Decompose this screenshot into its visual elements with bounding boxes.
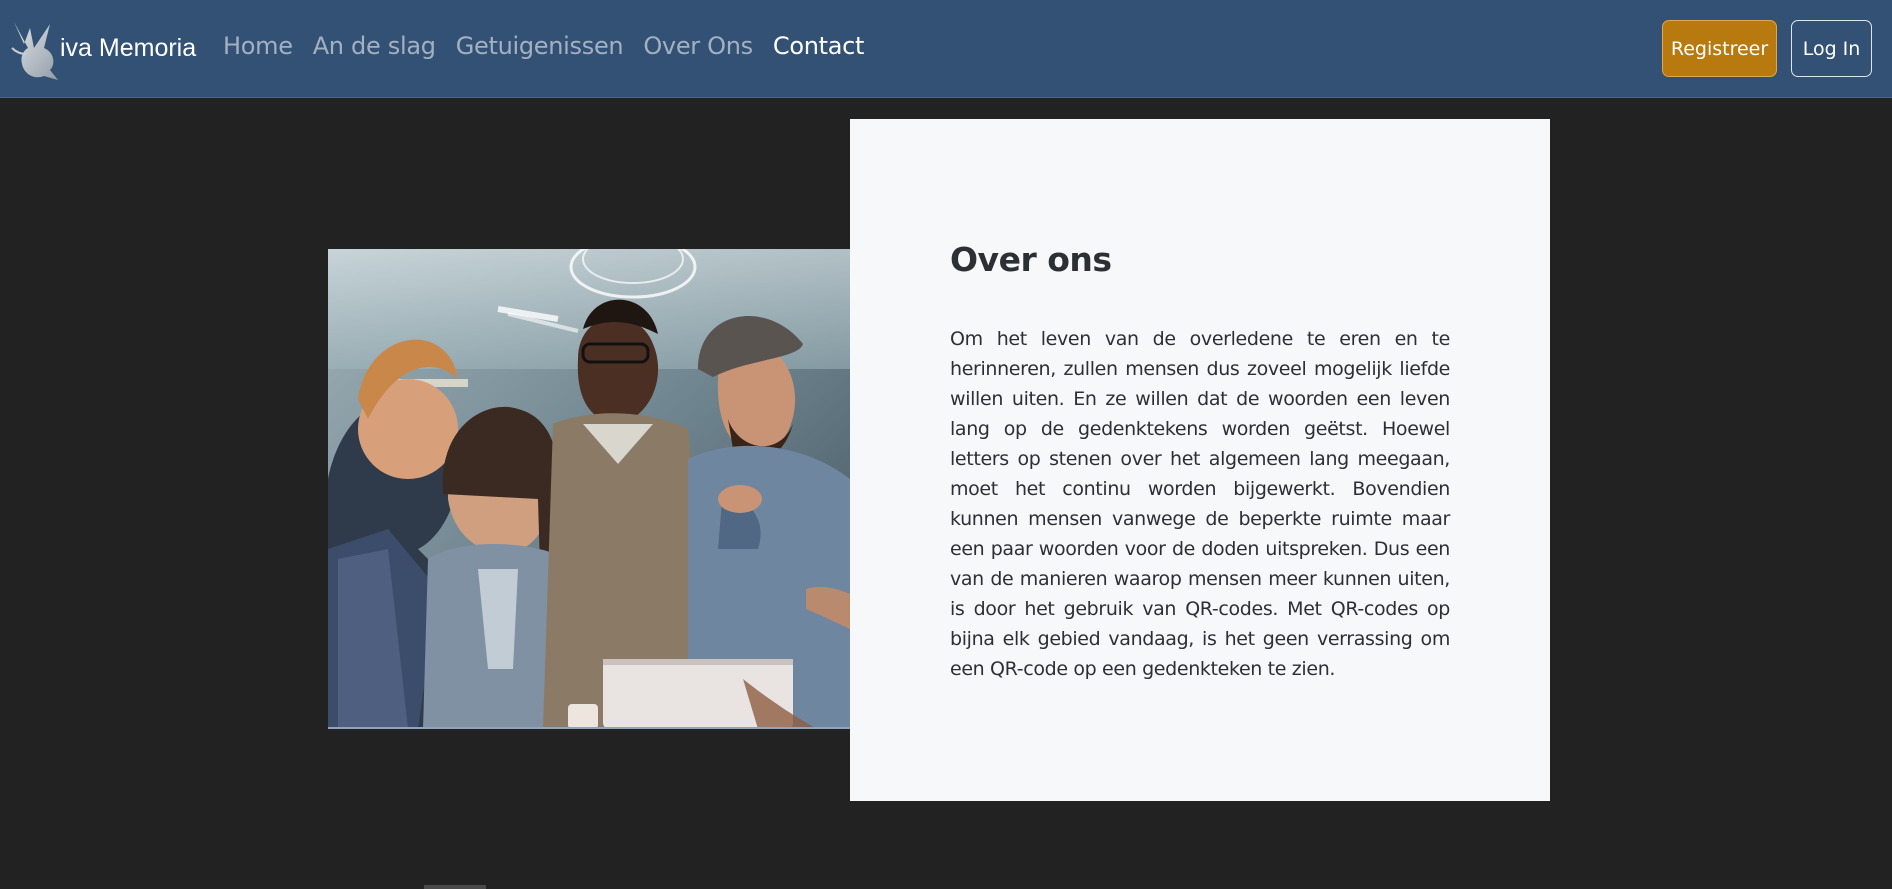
scroll-indicator (424, 885, 486, 889)
nav-link-an-de-slag[interactable]: An de slag (313, 32, 436, 60)
brand[interactable]: iva Memoria (10, 18, 196, 84)
register-button[interactable]: Registreer (1662, 20, 1777, 77)
nav-link-home[interactable]: Home (223, 32, 293, 60)
nav-link-over-ons[interactable]: Over Ons (643, 32, 753, 60)
nav-link-getuigenissen[interactable]: Getuigenissen (456, 32, 624, 60)
login-button[interactable]: Log In (1791, 20, 1872, 77)
nav-links: Home An de slag Getuigenissen Over Ons C… (223, 32, 884, 60)
brand-name: iva Memoria (60, 34, 197, 62)
about-card: Over ons Om het leven van de overledene … (850, 119, 1550, 801)
about-text: Om het leven van de overledene te eren e… (950, 328, 1450, 680)
about-title: Over ons (950, 240, 1112, 279)
dove-icon (10, 18, 62, 84)
nav-link-contact[interactable]: Contact (773, 32, 865, 60)
top-navbar: iva Memoria Home An de slag Getuigenisse… (0, 0, 1892, 98)
about-photo (328, 249, 850, 729)
